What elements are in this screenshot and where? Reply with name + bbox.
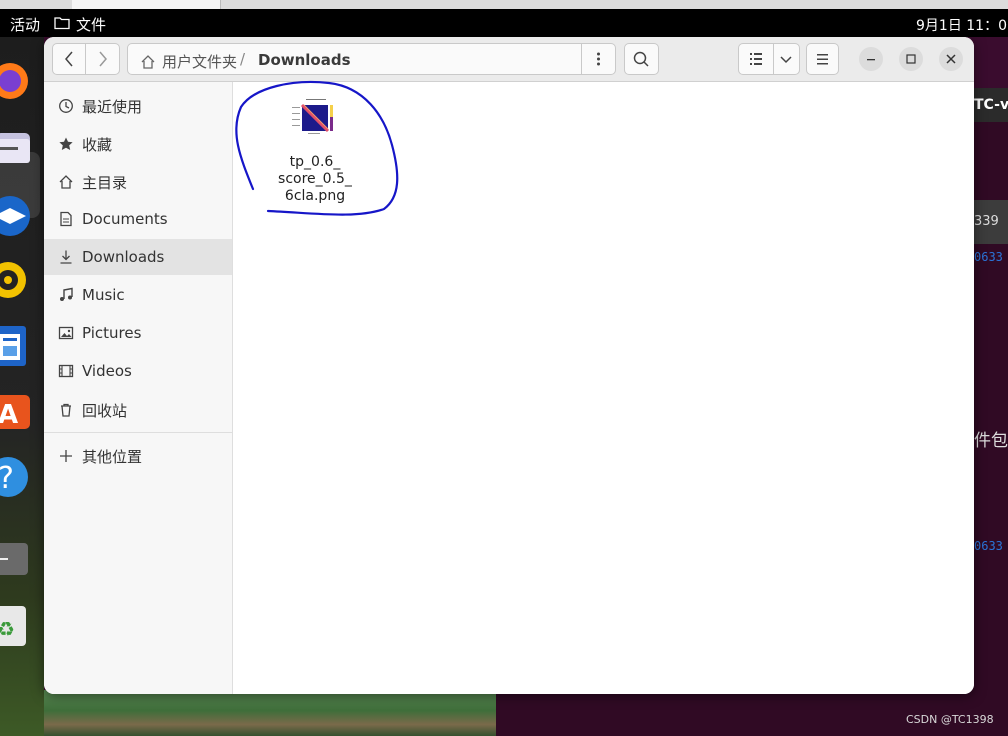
wallpaper-landscape <box>44 690 496 736</box>
plus-icon <box>58 448 74 464</box>
file-item[interactable]: tp_0.6_ score_0.5_ 6cla.png <box>273 95 357 205</box>
file-manager-window: 用户文件夹 / Downloads 最近使用 收藏 主目录 Documents … <box>44 37 974 694</box>
headerbar: 用户文件夹 / Downloads <box>44 37 974 82</box>
sidebar-item-recent[interactable]: 最近使用 <box>44 88 232 124</box>
activities-button[interactable]: 活动 <box>0 14 40 35</box>
close-icon <box>946 54 956 64</box>
terminal-text: 0633 <box>974 250 1003 264</box>
sidebar-item-trash[interactable]: 回收站 <box>44 392 232 428</box>
image-thumbnail <box>290 97 338 135</box>
close-button[interactable] <box>939 47 963 71</box>
sidebar-item-label: 主目录 <box>82 173 128 192</box>
sidebar-item-other-locations[interactable]: 其他位置 <box>44 438 232 474</box>
sidebar-item-starred[interactable]: 收藏 <box>44 126 232 162</box>
dock: A ? ♻ <box>0 37 44 736</box>
sidebar-item-music[interactable]: Music <box>44 277 232 313</box>
maximize-button[interactable] <box>899 47 923 71</box>
pathbar[interactable]: 用户文件夹 / Downloads <box>127 43 582 75</box>
sidebar-item-label: Documents <box>82 210 168 228</box>
minimize-button[interactable] <box>859 47 883 71</box>
sidebar-item-videos[interactable]: Videos <box>44 353 232 389</box>
svg-text:A: A <box>0 400 18 430</box>
download-icon <box>58 249 74 265</box>
terminal-tab[interactable]: 339 <box>974 200 1008 244</box>
file-view[interactable]: tp_0.6_ score_0.5_ 6cla.png <box>233 82 974 694</box>
home-icon <box>141 54 155 69</box>
star-icon <box>58 136 74 152</box>
sidebar-divider <box>44 432 232 433</box>
maximize-icon <box>906 54 916 64</box>
breadcrumb-home[interactable]: 用户文件夹 <box>140 51 237 72</box>
hamburger-icon <box>817 54 828 65</box>
rhythmbox-icon[interactable] <box>0 258 32 302</box>
firefox-icon[interactable] <box>0 55 32 99</box>
sidebar-item-downloads[interactable]: Downloads <box>44 239 232 275</box>
chevron-right-icon <box>99 51 107 67</box>
file-name-line: tp_0.6_ <box>289 154 341 170</box>
chevron-down-icon <box>780 56 792 64</box>
document-icon <box>58 211 74 227</box>
list-view-icon <box>750 53 762 65</box>
kebab-menu-icon <box>597 52 600 66</box>
back-button[interactable] <box>52 43 86 75</box>
thunderbird-icon[interactable] <box>0 192 32 236</box>
terminal-text: 件包 <box>974 431 1008 451</box>
file-name-line: score_0.5_ <box>278 171 352 187</box>
breadcrumb-separator: / <box>240 50 246 68</box>
watermark: CSDN @TC1398 <box>906 713 994 726</box>
sidebar-item-home[interactable]: 主目录 <box>44 164 232 200</box>
path-menu-button[interactable] <box>581 43 616 75</box>
top-strip <box>0 0 1008 9</box>
search-button[interactable] <box>624 43 659 75</box>
sidebar-item-label: Music <box>82 286 125 304</box>
breadcrumb-current[interactable]: Downloads <box>258 51 351 69</box>
sidebar-item-label: Pictures <box>82 324 142 342</box>
app-menu[interactable]: 文件 <box>54 14 106 35</box>
sidebar-item-label: 收藏 <box>82 135 113 154</box>
drive-icon[interactable] <box>0 537 32 581</box>
sidebar-item-documents[interactable]: Documents <box>44 201 232 237</box>
trash-icon <box>58 402 74 418</box>
trash-dock-icon[interactable]: ♻ <box>0 604 32 648</box>
svg-text:♻: ♻ <box>0 617 15 641</box>
sidebar-item-label: Downloads <box>82 248 165 266</box>
terminal-text: 0633 <box>974 539 1003 553</box>
music-icon <box>58 287 74 303</box>
sidebar-item-label: Videos <box>82 362 132 380</box>
file-name: tp_0.6_ score_0.5_ 6cla.png <box>273 154 357 205</box>
search-icon <box>633 51 649 67</box>
sidebar-item-label: 其他位置 <box>82 447 143 466</box>
software-center-icon[interactable]: A <box>0 389 32 433</box>
app-menu-label: 文件 <box>76 16 107 34</box>
chevron-left-icon <box>65 51 73 67</box>
sidebar-item-pictures[interactable]: Pictures <box>44 315 232 351</box>
top-panel: 活动 文件 9月1日 11：0 <box>0 9 1008 37</box>
clock[interactable]: 9月1日 11：0 <box>916 15 1007 35</box>
video-icon <box>58 363 74 379</box>
clock-icon <box>58 98 74 114</box>
file-name-line: 6cla.png <box>284 188 346 204</box>
home-icon <box>58 174 74 190</box>
sidebar-item-label: 回收站 <box>82 401 128 420</box>
minimize-icon <box>867 59 875 61</box>
help-icon[interactable]: ? <box>0 455 32 499</box>
view-options-dropdown[interactable] <box>773 43 800 75</box>
main-menu-button[interactable] <box>806 43 839 75</box>
forward-button[interactable] <box>85 43 120 75</box>
picture-icon <box>58 325 74 341</box>
writer-icon[interactable] <box>0 324 32 368</box>
list-view-button[interactable] <box>738 43 774 75</box>
sidebar: 最近使用 收藏 主目录 Documents Downloads Music Pi… <box>44 82 233 694</box>
svg-text:?: ? <box>0 461 14 496</box>
terminal-title: TC-vp <box>974 88 1008 122</box>
breadcrumb-home-label: 用户文件夹 <box>162 53 238 71</box>
folder-icon <box>54 16 70 34</box>
background-window-edge <box>72 0 221 9</box>
files-icon[interactable] <box>0 125 32 169</box>
sidebar-item-label: 最近使用 <box>82 97 143 116</box>
